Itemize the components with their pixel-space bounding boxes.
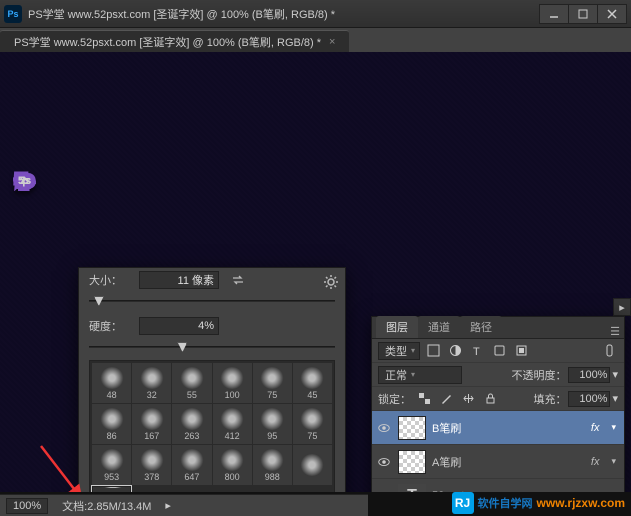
- brush-preset-cell[interactable]: 45: [293, 363, 332, 403]
- brush-preset-cell[interactable]: 953: [92, 445, 131, 485]
- filter-pixel-icon[interactable]: [424, 342, 442, 360]
- filter-text-icon[interactable]: T: [468, 342, 486, 360]
- brush-preset-cell[interactable]: 11: [92, 486, 131, 492]
- window-maximize-button[interactable]: [568, 4, 598, 24]
- tab-paths[interactable]: 路径: [460, 316, 502, 338]
- zoom-display[interactable]: 100%: [6, 498, 48, 514]
- lock-position-icon[interactable]: [459, 390, 477, 408]
- brush-preset-cell[interactable]: 647: [172, 445, 211, 485]
- brush-preset-grid: 4832551007545861672634129575953378647800…: [89, 360, 335, 492]
- visibility-eye-icon[interactable]: [376, 420, 392, 436]
- opacity-label: 不透明度：: [511, 367, 566, 383]
- brush-size-slider[interactable]: [89, 294, 335, 308]
- fill-input[interactable]: 100%: [568, 391, 610, 407]
- brush-preset-cell[interactable]: 48: [92, 363, 131, 403]
- brush-hardness-slider[interactable]: [89, 340, 335, 354]
- document-tab-title: PS学堂 www.52psxt.com [圣诞字效] @ 100% (B笔刷, …: [14, 34, 321, 50]
- brush-preset-cell[interactable]: 412: [213, 404, 252, 444]
- filter-adjust-icon[interactable]: [446, 342, 464, 360]
- layer-name: B笔刷: [432, 420, 461, 436]
- window-minimize-button[interactable]: [539, 4, 569, 24]
- window-close-button[interactable]: [597, 4, 627, 24]
- brush-preset-cell[interactable]: 75: [253, 363, 292, 403]
- watermark-logo: RJ: [452, 492, 474, 514]
- lock-all-icon[interactable]: [481, 390, 499, 408]
- canvas-artwork: 52ps: [18, 52, 27, 219]
- fill-scrub-icon[interactable]: ▾: [612, 392, 618, 405]
- lock-label: 锁定：: [378, 391, 411, 407]
- layer-row[interactable]: B笔刷 fx ▾: [372, 411, 624, 445]
- brush-size-label: 大小：: [89, 272, 131, 288]
- panel-flyout-menu-icon[interactable]: ☰: [606, 325, 624, 338]
- panel-menu-icon[interactable]: [323, 274, 339, 290]
- fx-badge: fx: [591, 456, 602, 468]
- brush-preset-cell[interactable]: 378: [132, 445, 171, 485]
- status-menu-icon[interactable]: ▸: [165, 499, 171, 512]
- fx-expand-icon[interactable]: ▾: [607, 422, 620, 433]
- fx-expand-icon[interactable]: ▾: [607, 456, 620, 467]
- status-bar: 100% 文档:2.85M/13.4M ▸: [0, 494, 368, 516]
- brush-preset-cell[interactable]: 800: [213, 445, 252, 485]
- brush-preset-cell[interactable]: 32: [132, 363, 171, 403]
- opacity-input[interactable]: 100%: [568, 367, 610, 383]
- brush-preset-cell[interactable]: 263: [172, 404, 211, 444]
- brush-size-input[interactable]: 11 像素: [139, 271, 219, 289]
- layer-row[interactable]: A笔刷 fx ▾: [372, 445, 624, 479]
- layers-panel: 图层 通道 路径 ☰ 类型▾ T 正常▾ 不透明度： 100% ▾ 锁定：: [371, 316, 625, 492]
- brush-preset-cell[interactable]: 988: [253, 445, 292, 485]
- brush-preset-cell[interactable]: 95: [253, 404, 292, 444]
- layer-filter-kind-select[interactable]: 类型▾: [378, 342, 420, 360]
- filter-toggle-icon[interactable]: [600, 342, 618, 360]
- visibility-eye-icon[interactable]: [376, 454, 392, 470]
- lock-transparent-icon[interactable]: [415, 390, 433, 408]
- panel-collapse-button[interactable]: ▸: [613, 298, 631, 316]
- blend-mode-select[interactable]: 正常▾: [378, 366, 462, 384]
- watermark-url: www.rjzxw.com: [537, 496, 625, 510]
- lock-pixels-icon[interactable]: [437, 390, 455, 408]
- layer-row[interactable]: T52psxt: [372, 479, 624, 492]
- brush-preset-cell[interactable]: 86: [92, 404, 131, 444]
- close-tab-icon[interactable]: ×: [329, 36, 335, 48]
- brush-preset-cell[interactable]: 167: [132, 404, 171, 444]
- tab-layers[interactable]: 图层: [376, 316, 418, 338]
- brush-preset-cell[interactable]: 100: [213, 363, 252, 403]
- brush-preset-cell[interactable]: 55: [172, 363, 211, 403]
- fx-badge: fx: [591, 422, 602, 434]
- window-title: PS学堂 www.52psxt.com [圣诞字效] @ 100% (B笔刷, …: [28, 6, 335, 22]
- filter-shape-icon[interactable]: [490, 342, 508, 360]
- document-tab[interactable]: PS学堂 www.52psxt.com [圣诞字效] @ 100% (B笔刷, …: [0, 30, 349, 52]
- fill-label: 填充：: [533, 391, 566, 407]
- layer-name: A笔刷: [432, 454, 461, 470]
- brush-preset-cell[interactable]: [293, 445, 332, 485]
- visibility-eye-icon[interactable]: [376, 488, 392, 493]
- flip-brush-icon[interactable]: [231, 273, 245, 287]
- watermark: RJ 软件自学网 www.rjzxw.com: [452, 492, 625, 514]
- tab-channels[interactable]: 通道: [418, 316, 460, 338]
- brush-hardness-label: 硬度：: [89, 318, 131, 334]
- brush-preset-cell[interactable]: 75: [293, 404, 332, 444]
- filter-smart-icon[interactable]: [512, 342, 530, 360]
- opacity-scrub-icon[interactable]: ▾: [612, 368, 618, 381]
- brush-preset-picker: 大小： 11 像素 硬度： 4% 48325510075458616726341…: [78, 267, 346, 492]
- watermark-text-cn: 软件自学网: [478, 495, 533, 511]
- doc-size-display: 文档:2.85M/13.4M: [62, 498, 151, 514]
- brush-hardness-input[interactable]: 4%: [139, 317, 219, 335]
- app-logo: Ps: [4, 5, 22, 23]
- svg-text:T: T: [473, 346, 480, 357]
